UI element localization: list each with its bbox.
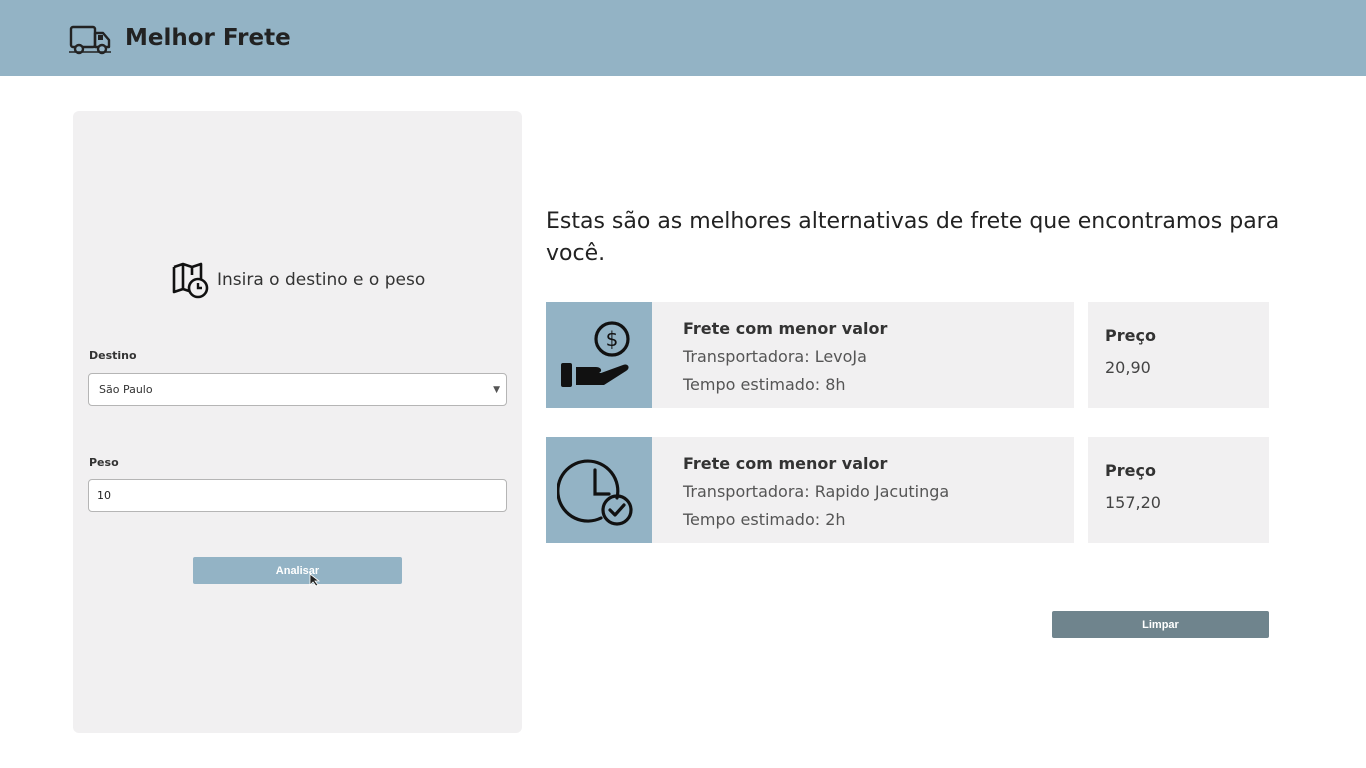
analisar-button[interactable]: Analisar	[193, 557, 402, 584]
result-time: Tempo estimado: 8h	[683, 375, 846, 394]
hand-money-icon: $	[561, 321, 630, 387]
form-heading-text: Insira o destino e o peso	[217, 270, 426, 290]
result-time: Tempo estimado: 2h	[683, 510, 846, 529]
mouse-cursor-icon	[309, 573, 320, 587]
svg-text:$: $	[606, 327, 619, 351]
limpar-button[interactable]: Limpar	[1052, 611, 1269, 638]
destino-selected-value: São Paulo	[99, 383, 153, 396]
price-label: Preço	[1105, 326, 1156, 345]
peso-label: Peso	[89, 456, 119, 469]
result-card: $ Frete com menor valor Transportadora: …	[546, 302, 1074, 408]
results-title: Estas são as melhores alternativas de fr…	[546, 209, 1280, 266]
price-card: Preço 157,20	[1088, 437, 1269, 543]
price-card: Preço 20,90	[1088, 302, 1269, 408]
delivery-truck-icon	[69, 25, 111, 55]
result-icon-box	[546, 437, 652, 543]
app-header: Melhor Frete	[0, 0, 1366, 76]
price-value: 20,90	[1105, 358, 1151, 377]
destino-select[interactable]: São Paulo ▼	[88, 373, 507, 406]
peso-input[interactable]: 10	[88, 479, 507, 512]
result-carrier: Transportadora: Rapido Jacutinga	[683, 482, 950, 501]
destino-label: Destino	[89, 349, 137, 362]
result-icon-box: $	[546, 302, 652, 408]
chevron-down-icon: ▼	[493, 384, 500, 395]
clock-check-icon	[557, 459, 633, 526]
app-title: Melhor Frete	[125, 25, 291, 51]
result-title: Frete com menor valor	[683, 454, 888, 473]
form-panel: Insira o destino e o peso Destino São Pa…	[73, 111, 522, 733]
result-details: Frete com menor valor Transportadora: Ra…	[683, 450, 949, 534]
result-card: Frete com menor valor Transportadora: Ra…	[546, 437, 1074, 543]
result-carrier: Transportadora: LevoJa	[683, 347, 867, 366]
result-title: Frete com menor valor	[683, 319, 888, 338]
price-value: 157,20	[1105, 493, 1161, 512]
form-heading: Insira o destino e o peso	[171, 261, 425, 299]
peso-input-value: 10	[97, 489, 111, 502]
price-label: Preço	[1105, 461, 1156, 480]
map-clock-icon	[172, 262, 209, 299]
result-details: Frete com menor valor Transportadora: Le…	[683, 315, 887, 399]
